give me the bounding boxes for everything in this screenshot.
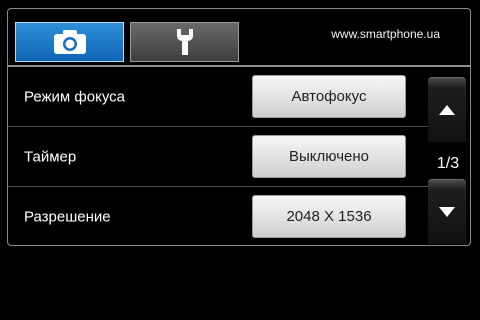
- setting-row-resolution: Разрешение 2048 X 1536: [8, 187, 430, 245]
- focus-mode-button[interactable]: Автофокус: [252, 75, 406, 118]
- arrow-up-icon: [439, 105, 455, 115]
- timer-button[interactable]: Выключено: [252, 135, 406, 178]
- setting-row-timer: Таймер Выключено: [8, 127, 430, 187]
- pager: 1/3: [428, 67, 470, 245]
- scroll-down-button[interactable]: [428, 179, 466, 244]
- setting-label: Разрешение: [24, 208, 111, 226]
- setting-label: Режим фокуса: [24, 88, 126, 105]
- arrow-down-icon: [439, 207, 455, 217]
- page-indicator: 1/3: [436, 155, 460, 172]
- wrench-icon: [176, 29, 193, 55]
- tab-camera[interactable]: [15, 22, 124, 62]
- setting-label: Таймер: [24, 148, 77, 165]
- scroll-up-button[interactable]: [428, 77, 466, 142]
- tab-settings[interactable]: [130, 22, 239, 62]
- camera-settings-panel: www.smartphone.ua Режим фокуса Автофокус…: [7, 8, 471, 246]
- site-watermark: www.smartphone.ua: [331, 27, 440, 41]
- camera-icon: [53, 30, 86, 54]
- setting-row-focus: Режим фокуса Автофокус: [8, 67, 430, 127]
- tab-bar: www.smartphone.ua: [8, 9, 470, 65]
- resolution-button[interactable]: 2048 X 1536: [252, 195, 406, 238]
